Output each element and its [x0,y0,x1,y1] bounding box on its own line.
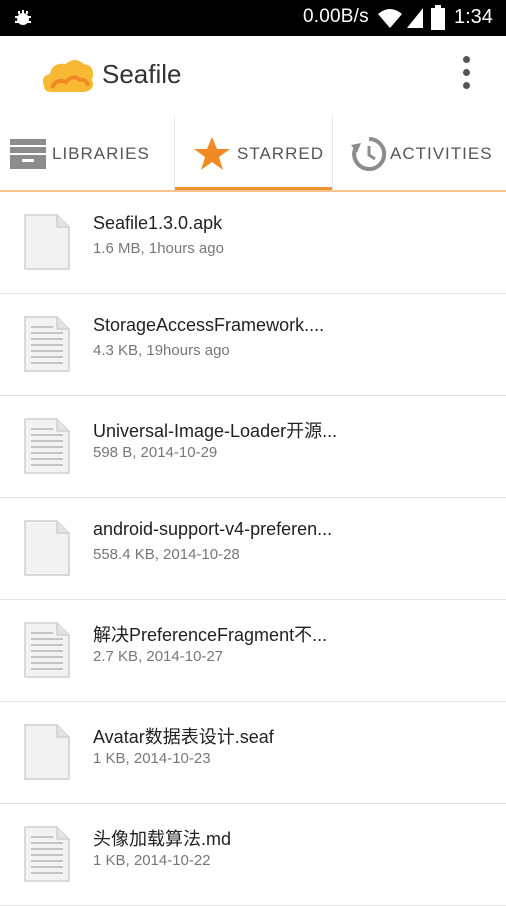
file-list-item[interactable]: Seafile1.3.0.apk 1.6 MB, 1hours ago [0,192,506,294]
archive-icon [10,139,46,169]
clock: 1:34 [454,6,493,28]
battery-icon [431,5,445,30]
app-title: Seafile [102,59,182,89]
file-name: StorageAccessFramework.... [93,315,325,335]
starred-files-list: Seafile1.3.0.apk 1.6 MB, 1hours ago Storag… [0,192,506,906]
file-meta: 1 KB, 2014-10-23 [93,750,211,767]
tab-starred-label: STARRED [237,144,324,163]
blank-file-icon [24,724,70,785]
file-meta: 1.6 MB, 1hours ago [93,240,224,257]
file-name: Universal-Image-Loader开源... [93,421,338,441]
text-file-icon [24,826,70,887]
file-meta: 558.4 KB, 2014-10-28 [93,546,240,563]
app-bar: Seafile [0,36,506,117]
tab-libraries-label: LIBRARIES [52,144,150,163]
file-list-item[interactable]: 头像加载算法.md 1 KB, 2014-10-22 [0,804,506,906]
bug-icon [15,10,31,25]
file-list-item[interactable]: StorageAccessFramework.... 4.3 KB, 19hour… [0,294,506,396]
file-name: Avatar数据表设计.seaf [93,727,274,747]
file-name: android-support-v4-preferen... [93,519,333,539]
network-speed: 0.00B/s [303,6,369,27]
file-meta: 1 KB, 2014-10-22 [93,852,211,869]
file-list-item[interactable]: android-support-v4-preferen... 558.4 KB, … [0,498,506,600]
file-list-item[interactable]: Avatar数据表设计.seaf 1 KB, 2014-10-23 [0,702,506,804]
tab-activities-label: ACTIVITIES [390,144,493,163]
file-meta: 2.7 KB, 2014-10-27 [93,648,224,665]
file-list-item[interactable]: Universal-Image-Loader开源... 598 B, 2014-1… [0,396,506,498]
wifi-icon [378,9,402,28]
overflow-menu-icon[interactable] [460,56,472,96]
blank-file-icon [24,520,70,581]
text-file-icon [24,622,70,683]
star-icon [194,137,230,170]
status-bar: 0.00B/s 1:34 [0,0,506,36]
tab-libraries[interactable]: LIBRARIES [8,116,174,192]
blank-file-icon [24,214,70,275]
file-meta: 4.3 KB, 19hours ago [93,342,230,359]
file-name: 解决PreferenceFragment不... [93,625,328,645]
tab-activities[interactable]: ACTIVITIES [332,116,506,192]
tab-starred[interactable]: STARRED [174,116,333,192]
seafile-logo-icon [42,60,93,92]
file-list-item[interactable]: 解决PreferenceFragment不... 2.7 KB, 2014-10-… [0,600,506,702]
tab-bar: LIBRARIES STARRED ACTIVITIES [0,116,506,192]
text-file-icon [24,316,70,377]
file-name: 头像加载算法.md [93,829,232,849]
file-name: Seafile1.3.0.apk [93,213,223,233]
text-file-icon [24,418,70,479]
file-meta: 598 B, 2014-10-29 [93,444,218,461]
history-icon [351,136,387,171]
no-sim-icon [407,8,423,28]
